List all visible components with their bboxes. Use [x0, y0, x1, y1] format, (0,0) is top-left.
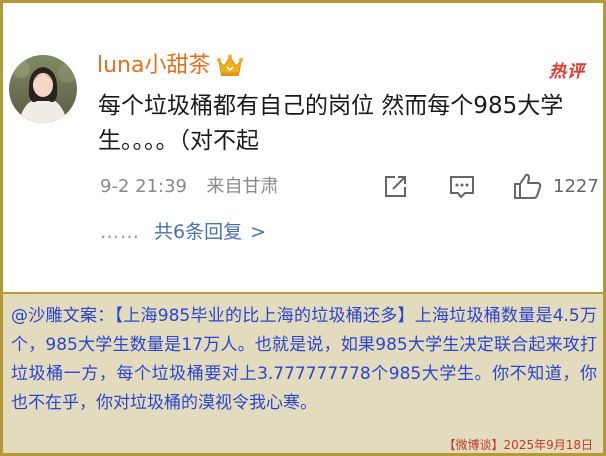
weibo-comment: luna小甜茶 热评 每个垃圾桶都有自己的岗位 然而每个985大学生。。。。（对… — [3, 3, 603, 292]
share-icon[interactable] — [381, 171, 409, 201]
caption-panel: @沙雕文案：【上海985毕业的比上海的垃圾桶还多】上海垃圾桶数量是4.5万个，9… — [3, 292, 603, 453]
hot-comment-badge: 热评 — [549, 62, 585, 82]
username[interactable]: luna小甜茶 — [97, 51, 210, 81]
view-replies-link[interactable]: 共6条回复 — [154, 221, 242, 243]
replies-row[interactable]: …… 共6条回复 > — [100, 219, 266, 245]
comment-location: 来自甘肃 — [206, 176, 279, 197]
avatar-image — [9, 55, 77, 123]
like-icon[interactable] — [512, 171, 544, 201]
caption-text: @沙雕文案：【上海985毕业的比上海的垃圾桶还多】上海垃圾桶数量是4.5万个，9… — [11, 306, 597, 413]
avatar[interactable] — [9, 55, 77, 123]
comment-meta: 9-2 21:39 来自甘肃 — [100, 175, 278, 199]
crown-icon — [217, 54, 243, 76]
replies-dots: …… — [100, 221, 140, 243]
chevron-right-icon: > — [250, 221, 267, 243]
comment-time: 9-2 21:39 — [100, 176, 187, 197]
comment-icon[interactable] — [447, 171, 477, 201]
like-count: 1227 — [553, 176, 599, 197]
source-footer: 【微博谈】2025年9月18日 — [443, 438, 593, 452]
comment-text: 每个垃圾桶都有自己的岗位 然而每个985大学生。。。。（对不起 — [98, 93, 564, 154]
screenshot-frame: luna小甜茶 热评 每个垃圾桶都有自己的岗位 然而每个985大学生。。。。（对… — [0, 0, 606, 456]
